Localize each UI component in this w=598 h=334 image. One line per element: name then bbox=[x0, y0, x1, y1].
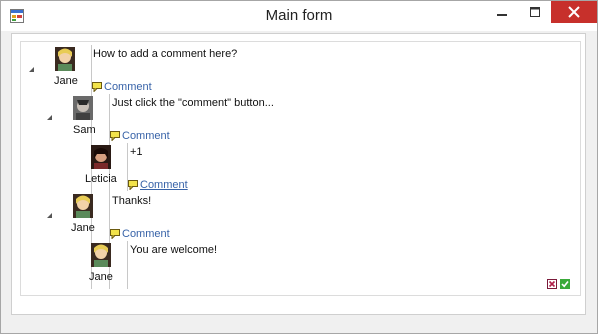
comment-text: +1 bbox=[130, 146, 143, 158]
comment-author: Jane bbox=[89, 271, 113, 283]
comment-bubble-icon bbox=[110, 229, 120, 239]
comment-text: Just click the "comment" button... bbox=[112, 97, 274, 109]
avatar bbox=[73, 194, 93, 218]
title-bar: Main form bbox=[1, 1, 597, 31]
minimize-icon bbox=[496, 14, 507, 16]
comment-reply-label: Comment bbox=[104, 81, 152, 93]
comment-author: Jane bbox=[54, 75, 78, 87]
close-icon bbox=[568, 6, 580, 18]
avatar bbox=[91, 145, 111, 169]
avatar bbox=[91, 243, 111, 267]
avatar bbox=[73, 96, 93, 120]
comment-bubble-icon bbox=[128, 180, 138, 190]
collapse-arrow-icon[interactable] bbox=[46, 114, 54, 122]
main-window: Main form Jane How to add a comment here… bbox=[0, 0, 598, 334]
collapse-arrow-icon[interactable] bbox=[28, 66, 36, 74]
maximize-icon bbox=[529, 7, 540, 17]
comment-reply-link[interactable]: Comment bbox=[92, 81, 152, 93]
comment-text: How to add a comment here? bbox=[93, 48, 238, 60]
comment-text: You are welcome! bbox=[130, 244, 218, 256]
comment-reply-link[interactable]: Comment bbox=[128, 179, 188, 191]
comment-reply-link[interactable]: Comment bbox=[110, 130, 170, 142]
comment-reply-label: Comment bbox=[122, 130, 170, 142]
comment-reply-label: Comment bbox=[122, 228, 170, 240]
comment-reply-link[interactable]: Comment bbox=[110, 228, 170, 240]
comment-bubble-icon bbox=[110, 131, 120, 141]
comment-author: Sam bbox=[73, 124, 96, 136]
maximize-button[interactable] bbox=[521, 1, 548, 23]
thread-line bbox=[127, 241, 128, 289]
collapse-arrow-icon[interactable] bbox=[46, 212, 54, 220]
avatar bbox=[55, 47, 75, 71]
comment-text: Thanks! bbox=[112, 195, 152, 207]
confirm-icon[interactable] bbox=[560, 279, 570, 289]
comment-author: Leticia bbox=[85, 173, 117, 185]
comment-bubble-icon bbox=[92, 82, 102, 92]
comment-author: Jane bbox=[71, 222, 95, 234]
comment-thread: Jane How to add a comment here? Comment … bbox=[20, 41, 581, 296]
comment-reply-label: Comment bbox=[140, 179, 188, 191]
close-button[interactable] bbox=[551, 1, 597, 23]
minimize-button[interactable] bbox=[488, 1, 515, 23]
cancel-icon[interactable] bbox=[547, 279, 557, 289]
